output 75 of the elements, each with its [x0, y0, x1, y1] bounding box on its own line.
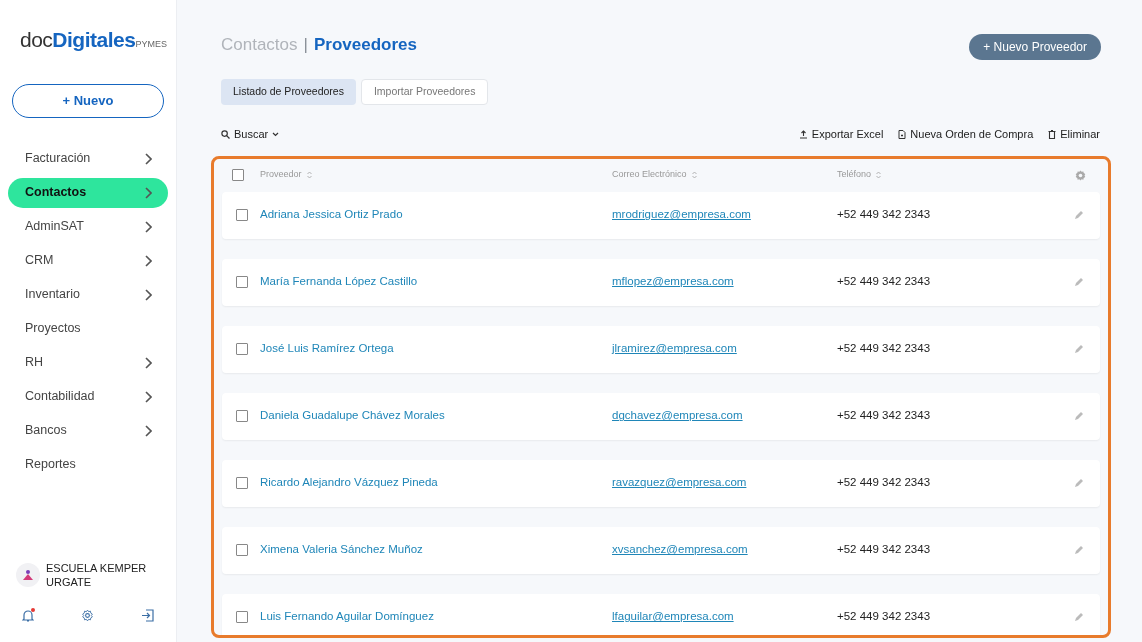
supplier-name-link[interactable]: Ricardo Alejandro Vázquez Pineda	[260, 474, 612, 492]
supplier-name-link[interactable]: Ximena Valeria Sánchez Muñoz	[260, 541, 612, 559]
logo: docDigitalesPYMES	[19, 27, 168, 53]
table-row[interactable]: María Fernanda López Castillo mflopez@empresa.com +52 449 342 2343	[222, 258, 1100, 306]
tab[interactable]: Importar Proveedores	[360, 79, 489, 105]
supplier-name-link[interactable]: María Fernanda López Castillo	[260, 273, 612, 291]
search-dropdown[interactable]: Buscar	[221, 126, 280, 143]
nav-item[interactable]: RH	[8, 347, 168, 378]
edit-icon[interactable]	[1074, 210, 1084, 220]
supplier-name-link[interactable]: José Luis Ramírez Ortega	[260, 340, 612, 358]
trash-icon	[1048, 129, 1057, 139]
nav-item[interactable]: Proyectos	[8, 313, 168, 344]
email-link[interactable]: mflopez@empresa.com	[612, 273, 837, 291]
email-link[interactable]: ravazquez@empresa.com	[612, 474, 837, 492]
row-checkbox[interactable]	[236, 544, 248, 556]
edit-icon[interactable]	[1074, 344, 1084, 354]
select-all-checkbox[interactable]	[232, 169, 244, 181]
settings-icon[interactable]	[1075, 169, 1086, 181]
nav-item[interactable]: Inventario	[8, 279, 168, 310]
row-checkbox[interactable]	[236, 343, 248, 355]
delete-action[interactable]: Eliminar	[1048, 126, 1100, 143]
email-link[interactable]: lfaguilar@empresa.com	[612, 608, 837, 626]
settings-icon[interactable]	[81, 609, 94, 622]
bell-icon[interactable]	[22, 609, 34, 622]
supplier-name-link[interactable]: Luis Fernando Aguilar Domínguez	[260, 608, 612, 626]
phone-cell-text: +52 449 342 2343	[837, 274, 932, 290]
search-icon	[221, 129, 230, 139]
nav-item[interactable]: Bancos	[8, 415, 168, 446]
document-icon	[898, 129, 907, 139]
edit-icon[interactable]	[1074, 478, 1084, 488]
row-checkbox[interactable]	[236, 209, 248, 221]
order-action[interactable]: Nueva Orden de Compra	[898, 126, 1034, 143]
export-action[interactable]: Exportar Excel	[798, 126, 884, 143]
row-checkbox[interactable]	[236, 611, 248, 623]
nav-item[interactable]: AdminSAT	[8, 211, 168, 242]
table-row[interactable]: José Luis Ramírez Ortega jlramirez@empresa.com +52 449 342 2343	[222, 325, 1100, 373]
nav-item[interactable]: Facturación	[8, 143, 168, 174]
tab[interactable]: Listado de Proveedores	[221, 79, 356, 105]
table-row[interactable]: Ricardo Alejandro Vázquez Pineda ravazquez@empresa.com +52 449 342 2343	[222, 459, 1100, 507]
table-row[interactable]: Adriana Jessica Ortiz Prado mrodriguez@empresa.com +52 449 342 2343	[222, 191, 1100, 239]
row-checkbox[interactable]	[236, 276, 248, 288]
edit-icon[interactable]	[1074, 545, 1084, 555]
phone-cell-text: +52 449 342 2343	[837, 609, 932, 625]
email-link[interactable]: jlramirez@empresa.com	[612, 340, 837, 358]
logout-icon[interactable]	[141, 609, 154, 622]
email-link[interactable]: mrodriguez@empresa.com	[612, 206, 837, 224]
breadcrumb-separator: |	[303, 34, 308, 57]
nav-item[interactable]: Contactos	[8, 177, 168, 208]
supplier-name-link[interactable]: Adriana Jessica Ortiz Prado	[260, 206, 612, 224]
supplier-name-link[interactable]: Daniela Guadalupe Chávez Morales	[260, 407, 612, 425]
row-checkbox[interactable]	[236, 477, 248, 489]
edit-icon[interactable]	[1074, 277, 1084, 287]
nav-item[interactable]: CRM	[8, 245, 168, 276]
row-checkbox[interactable]	[236, 410, 248, 422]
nav-item[interactable]: Contabilidad	[8, 381, 168, 412]
email-link[interactable]: dgchavez@empresa.com	[612, 407, 837, 425]
phone-cell-text: +52 449 342 2343	[837, 207, 932, 223]
table-row[interactable]: Luis Fernando Aguilar Domínguez lfaguilar@empresa.com +52 449 342 2343	[222, 593, 1100, 635]
table-row[interactable]: Daniela Guadalupe Chávez Morales dgchavez@empresa.com +52 449 342 2343	[222, 392, 1100, 440]
new-supplier-button[interactable]: + Nuevo Proveedor	[969, 34, 1101, 60]
account-name: ESCUELA KEMPER URGATE	[46, 561, 148, 589]
caret-icon	[272, 131, 280, 137]
edit-icon[interactable]	[1074, 411, 1084, 421]
edit-icon[interactable]	[1074, 612, 1084, 622]
phone-cell-text: +52 449 342 2343	[837, 542, 932, 558]
account-avatar	[16, 563, 40, 587]
page-title: Proveedores	[313, 34, 417, 57]
upload-icon	[798, 129, 808, 139]
email-link[interactable]: xvsanchez@empresa.com	[612, 541, 837, 559]
phone-cell-text: +52 449 342 2343	[837, 408, 932, 424]
new-button[interactable]: + Nuevo	[12, 83, 164, 118]
phone-cell-text: +52 449 342 2343	[837, 341, 932, 357]
nav-item[interactable]: Reportes	[8, 449, 168, 480]
table-row[interactable]: Ximena Valeria Sánchez Muñoz xvsanchez@empresa.com +52 449 342 2343	[222, 526, 1100, 574]
phone-cell-text: +52 449 342 2343	[837, 475, 932, 491]
